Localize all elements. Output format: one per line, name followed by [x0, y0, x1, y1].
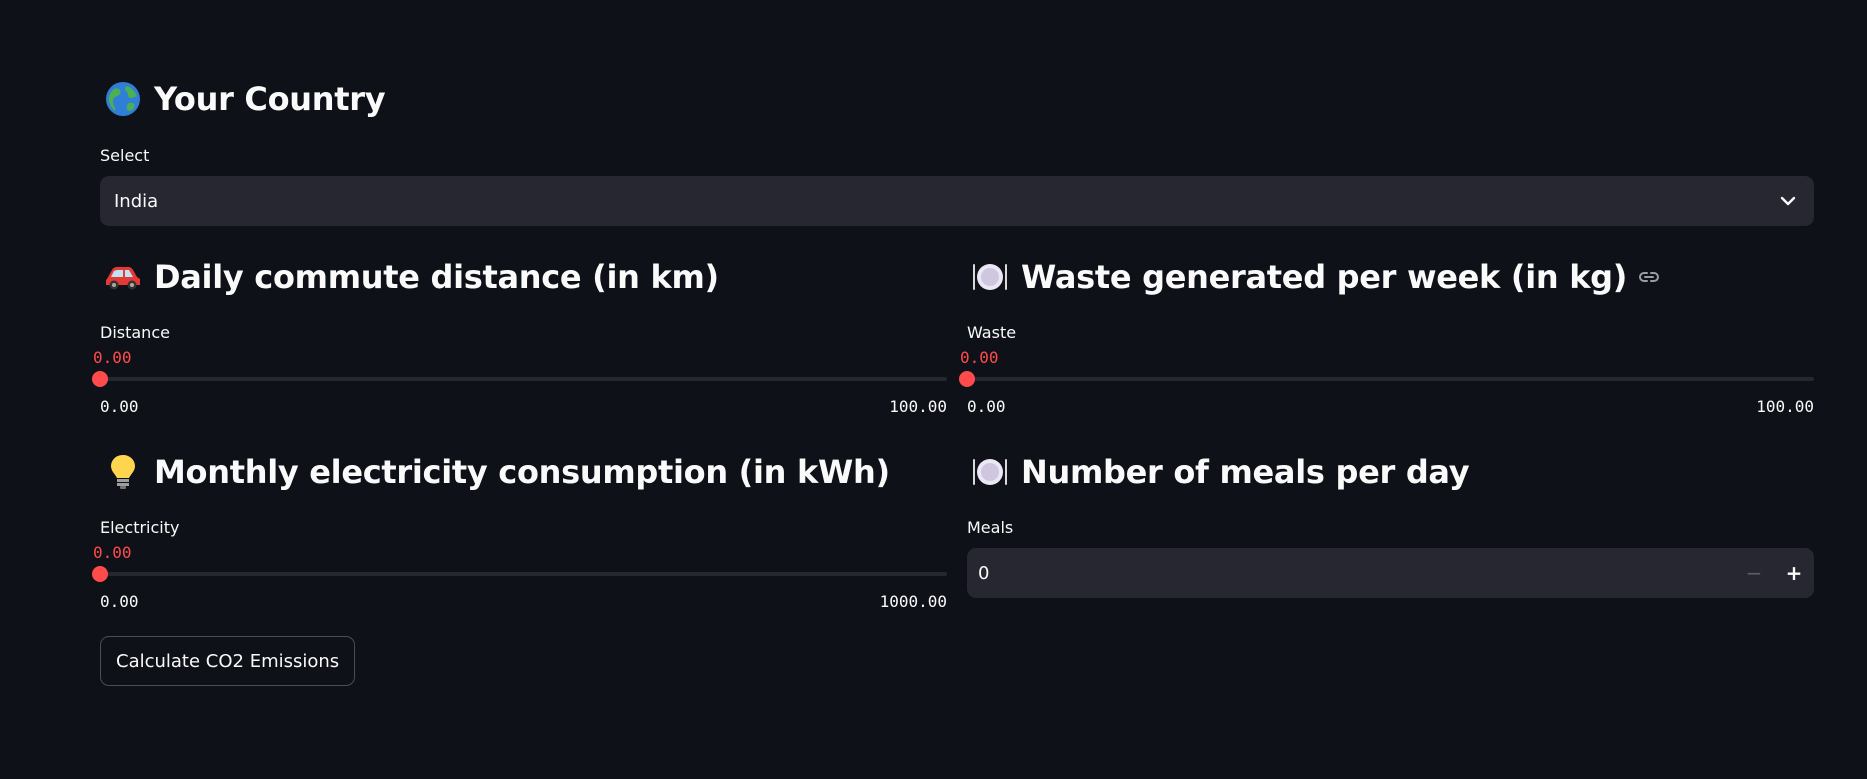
waste-slider-value: 0.00 — [960, 348, 999, 367]
app-page: Your Country Select India Daily commute … — [0, 0, 1867, 779]
meals-heading: Number of meals per day — [971, 453, 1470, 491]
link-icon[interactable] — [1637, 265, 1661, 289]
distance-label: Distance — [100, 323, 170, 342]
distance-slider-track[interactable] — [100, 377, 947, 381]
distance-slider-max: 100.00 — [889, 397, 947, 416]
distance-slider-thumb[interactable] — [92, 371, 108, 387]
waste-slider-track[interactable] — [967, 377, 1814, 381]
waste-slider-thumb[interactable] — [959, 371, 975, 387]
meals-number-input[interactable]: 0 − + — [967, 548, 1814, 598]
electricity-heading-text: Monthly electricity consumption (in kWh) — [154, 453, 890, 491]
plate-icon — [971, 258, 1009, 296]
waste-heading-text: Waste generated per week (in kg) — [1021, 258, 1628, 296]
waste-slider-max: 100.00 — [1756, 397, 1814, 416]
commute-heading: Daily commute distance (in km) — [104, 258, 719, 296]
meals-heading-text: Number of meals per day — [1021, 453, 1470, 491]
meals-label: Meals — [967, 518, 1014, 537]
electricity-slider-track[interactable] — [100, 572, 947, 576]
decrement-button[interactable]: − — [1734, 548, 1774, 598]
waste-slider-min: 0.00 — [967, 397, 1006, 416]
waste-label: Waste — [967, 323, 1017, 342]
distance-slider-value: 0.00 — [93, 348, 132, 367]
country-select[interactable]: India — [100, 176, 1814, 226]
waste-heading: Waste generated per week (in kg) — [971, 258, 1661, 296]
electricity-slider-max: 1000.00 — [879, 592, 947, 611]
commute-heading-text: Daily commute distance (in km) — [154, 258, 719, 296]
electricity-label: Electricity — [100, 518, 180, 537]
plate-icon — [971, 453, 1009, 491]
chevron-down-icon[interactable] — [1776, 189, 1800, 213]
car-icon — [104, 258, 142, 296]
electricity-slider-min: 0.00 — [100, 592, 139, 611]
electricity-slider-thumb[interactable] — [92, 566, 108, 582]
country-heading-text: Your Country — [154, 80, 386, 118]
calculate-button[interactable]: Calculate CO2 Emissions — [100, 636, 356, 686]
globe-icon — [104, 80, 142, 118]
increment-button[interactable]: + — [1774, 548, 1814, 598]
country-select-value: India — [114, 190, 159, 212]
country-heading: Your Country — [104, 80, 386, 118]
select-label: Select — [100, 146, 150, 165]
distance-slider-min: 0.00 — [100, 397, 139, 416]
meals-input-value[interactable]: 0 — [967, 563, 1734, 584]
lightbulb-icon — [104, 453, 142, 491]
electricity-slider-value: 0.00 — [93, 543, 132, 562]
electricity-heading: Monthly electricity consumption (in kWh) — [104, 453, 890, 491]
